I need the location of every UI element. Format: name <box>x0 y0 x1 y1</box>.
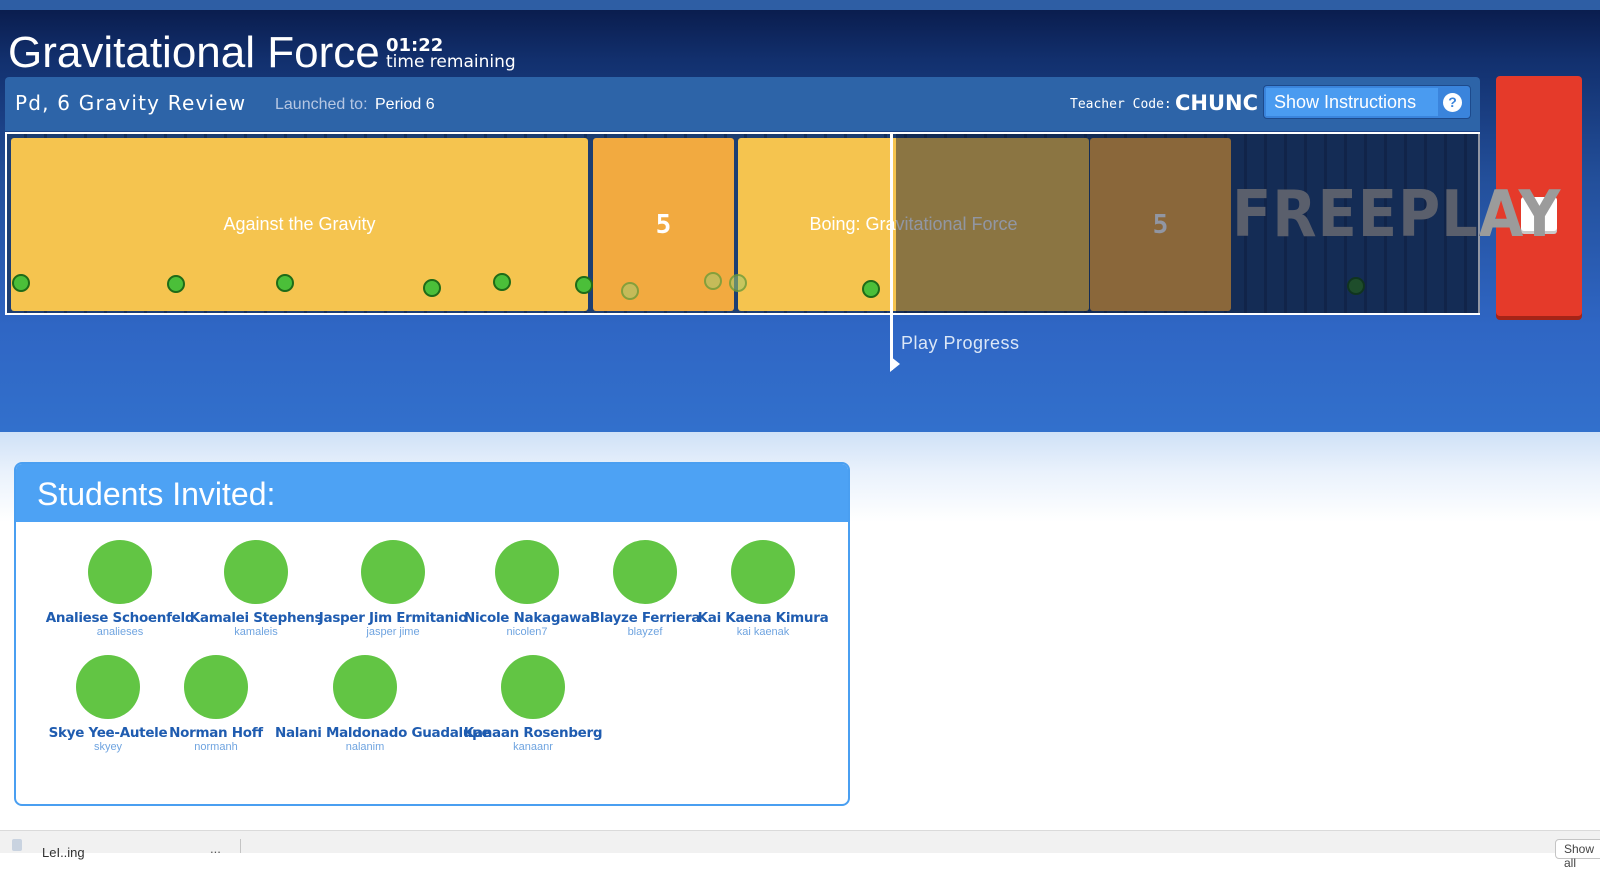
student-name: Kai Kaena Kimura <box>697 610 829 626</box>
student-progress-dot <box>575 276 593 294</box>
download-item-name[interactable]: LeI..ing <box>42 845 85 860</box>
time-remaining: 01:22 time remaining <box>386 37 516 72</box>
assignment-name: Pd, 6 Gravity Review <box>15 91 247 115</box>
play-progress-arrow-icon <box>890 356 900 372</box>
assignment-bar: Pd, 6 Gravity Review Launched to: Period… <box>5 77 1480 131</box>
student-name: Nalani Maldonado Guadalupe <box>275 725 491 741</box>
show-all-button[interactable]: Show all <box>1555 839 1600 870</box>
downloads-bar: LeI..ing ... Show all <box>0 830 1600 870</box>
file-icon <box>12 839 22 851</box>
avatar <box>184 655 248 719</box>
segment-label: Against the Gravity <box>223 214 376 234</box>
launched-label: Launched to: <box>275 96 368 113</box>
show-instructions-button[interactable]: Show Instructions ? <box>1263 85 1471 119</box>
avatar <box>613 540 677 604</box>
student-progress-dot <box>423 279 441 297</box>
timeline-segment-break-2[interactable]: 5 <box>1090 138 1231 311</box>
student-name: Kanaan Rosenberg <box>463 725 603 741</box>
segment-number: 5 <box>655 209 672 240</box>
show-instructions-label: Show Instructions <box>1266 88 1438 116</box>
freeplay-label: FREEPLAY <box>1232 178 1562 252</box>
student-progress-dot <box>862 280 880 298</box>
student-progress-dot <box>1347 277 1365 295</box>
avatar <box>731 540 795 604</box>
divider <box>240 839 241 853</box>
avatar <box>224 540 288 604</box>
avatar <box>361 540 425 604</box>
student-card[interactable]: Kanaan Rosenberg kanaanr <box>443 655 623 753</box>
student-username: kai kaenak <box>736 626 790 638</box>
student-progress-dot <box>493 273 511 291</box>
teacher-code-label: Teacher Code: <box>1070 97 1172 112</box>
page-title: Gravitational Force <box>8 28 380 77</box>
student-username: kanaanr <box>513 741 553 753</box>
help-icon[interactable]: ? <box>1443 93 1462 112</box>
top-strip <box>0 0 1600 10</box>
avatar <box>501 655 565 719</box>
student-card[interactable]: Nalani Maldonado Guadalupe nalanim <box>275 655 491 753</box>
segment-label: Boing: Gravitational Force <box>809 214 1018 234</box>
students-invited-panel: Students Invited: Analiese Schoenfeld an… <box>14 462 850 806</box>
student-progress-dot <box>276 274 294 292</box>
launched-value: Period 6 <box>375 96 435 113</box>
students-panel-header: Students Invited: <box>16 464 848 522</box>
avatar <box>88 540 152 604</box>
timeline-segment-boing-gravitational-force[interactable]: Boing: Gravitational Force <box>738 138 1089 311</box>
more-options-icon[interactable]: ... <box>210 841 221 856</box>
timer-label: time remaining <box>386 52 516 72</box>
student-progress-dot <box>704 272 722 290</box>
teacher-code-value: CHUNC <box>1175 91 1259 115</box>
segment-number: 5 <box>1152 209 1169 240</box>
play-progress-label: Play Progress <box>901 333 1020 353</box>
avatar <box>495 540 559 604</box>
play-progress-marker <box>890 132 893 370</box>
avatar <box>333 655 397 719</box>
student-progress-dot <box>167 275 185 293</box>
student-card[interactable]: Kai Kaena Kimura kai kaenak <box>673 540 848 638</box>
student-progress-dot <box>12 274 30 292</box>
play-timeline: Against the Gravity 5 Boing: Gravitation… <box>5 132 1562 315</box>
students-heading: Students Invited: <box>37 476 276 512</box>
student-progress-dot <box>729 274 747 292</box>
student-progress-dot <box>621 282 639 300</box>
student-username: nalanim <box>345 741 385 753</box>
